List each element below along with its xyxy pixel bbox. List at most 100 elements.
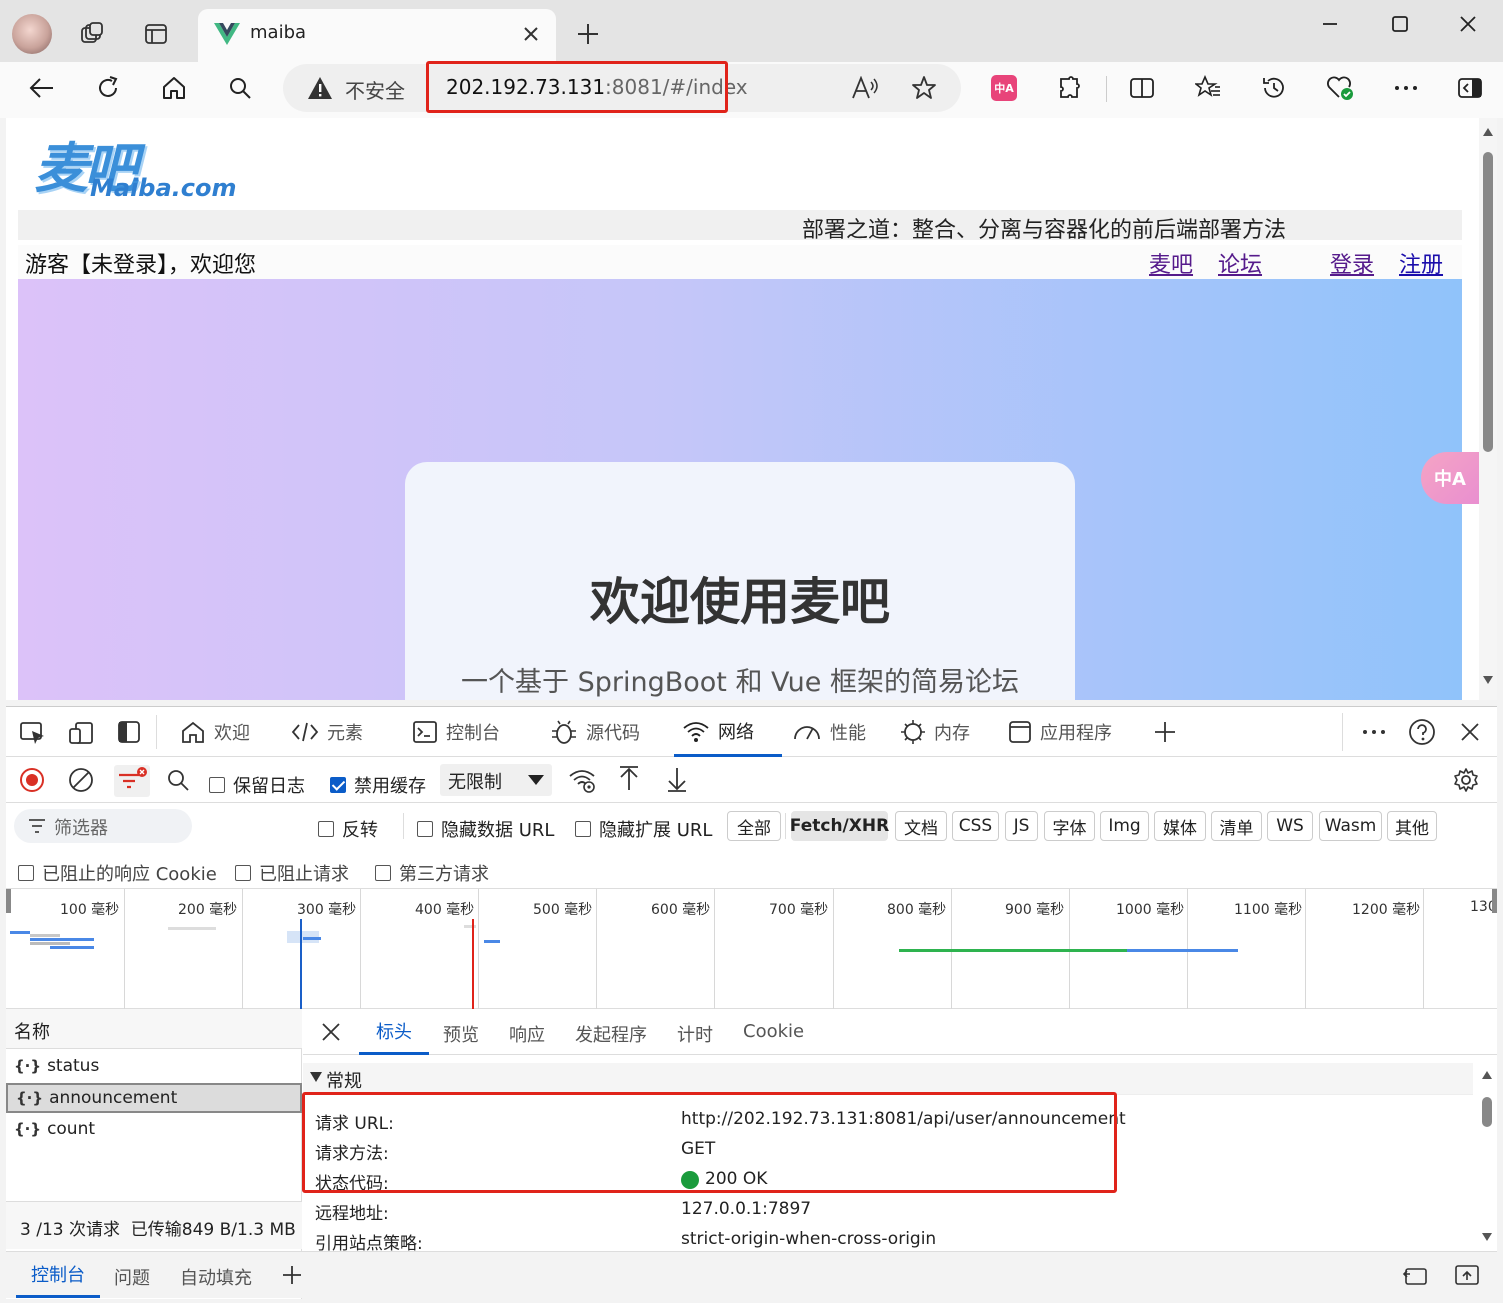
detail-tab-initiator[interactable]: 发起程序 xyxy=(575,1021,647,1047)
minimize-icon[interactable] xyxy=(1310,4,1350,44)
type-filter-manifest[interactable]: 清单 xyxy=(1211,811,1262,841)
drawer-add-tab-icon[interactable] xyxy=(282,1265,302,1285)
network-overview-timeline[interactable]: 100 毫秒 200 毫秒 300 毫秒 400 毫秒 500 毫秒 600 毫… xyxy=(6,889,1497,1009)
drawer-tab-console[interactable]: 控制台 xyxy=(16,1252,100,1298)
type-filter-fetch-xhr[interactable]: Fetch/XHR xyxy=(790,811,889,841)
request-row-announcement[interactable]: {·} announcement xyxy=(6,1083,302,1113)
blocked-requests-box[interactable] xyxy=(235,865,251,881)
close-details-icon[interactable] xyxy=(322,1023,340,1041)
scroll-down-icon[interactable] xyxy=(1482,1233,1492,1241)
page-scrollbar[interactable] xyxy=(1479,118,1497,700)
devtools-more-icon[interactable] xyxy=(1362,729,1386,735)
request-row-status[interactable]: {·} status xyxy=(6,1051,302,1081)
tab-welcome[interactable]: 欢迎 xyxy=(180,707,250,757)
home-icon[interactable] xyxy=(154,68,194,108)
warning-icon[interactable] xyxy=(307,76,333,100)
network-settings-gear-icon[interactable] xyxy=(1453,767,1479,793)
details-scroll-thumb[interactable] xyxy=(1482,1097,1492,1127)
help-icon[interactable] xyxy=(1408,718,1436,746)
new-tab-icon[interactable] xyxy=(568,14,608,54)
name-column-header[interactable]: 名称 xyxy=(6,1009,302,1049)
hide-data-url-box[interactable] xyxy=(417,821,433,837)
type-filter-all[interactable]: 全部 xyxy=(727,811,781,841)
drawer-maximize-icon[interactable] xyxy=(1454,1264,1480,1286)
detail-tab-response[interactable]: 响应 xyxy=(509,1021,545,1047)
browser-tab-active[interactable]: maiba xyxy=(198,9,556,62)
tab-network[interactable]: 网络 xyxy=(674,707,782,757)
split-screen-icon[interactable] xyxy=(1122,68,1162,108)
invert-box[interactable] xyxy=(318,821,334,837)
page-scroll-thumb[interactable] xyxy=(1483,152,1493,452)
hide-extension-url-checkbox[interactable]: 隐藏扩展 URL xyxy=(575,816,712,842)
profile-avatar[interactable] xyxy=(12,14,52,54)
throttle-select[interactable]: 无限制 xyxy=(440,764,552,796)
login-link[interactable]: 登录 xyxy=(1330,247,1374,279)
workspaces-icon[interactable] xyxy=(72,14,112,54)
scroll-up-icon[interactable] xyxy=(1483,128,1493,136)
more-menu-icon[interactable] xyxy=(1386,68,1426,108)
type-filter-wasm[interactable]: Wasm xyxy=(1319,811,1382,841)
timeline-handle-right[interactable] xyxy=(1492,889,1497,913)
tab-sources[interactable]: 源代码 xyxy=(550,707,640,757)
details-scrollbar[interactable] xyxy=(1479,1067,1495,1247)
refresh-icon[interactable] xyxy=(88,68,128,108)
type-filter-ws[interactable]: WS xyxy=(1267,811,1313,841)
tab-application[interactable]: 应用程序 xyxy=(1008,707,1112,757)
type-filter-font[interactable]: 字体 xyxy=(1044,811,1095,841)
detail-tab-headers[interactable]: 标头 xyxy=(359,1009,429,1055)
history-icon[interactable] xyxy=(1254,68,1294,108)
type-filter-doc[interactable]: 文档 xyxy=(895,811,947,841)
translate-extension-icon[interactable]: 中A xyxy=(984,68,1024,108)
floating-translate-button[interactable]: 中A xyxy=(1421,452,1479,504)
hide-data-url-checkbox[interactable]: 隐藏数据 URL xyxy=(417,816,554,842)
dock-side-icon[interactable] xyxy=(118,721,140,743)
register-link[interactable]: 注册 xyxy=(1399,247,1443,279)
export-har-icon[interactable] xyxy=(666,766,688,792)
security-label[interactable]: 不安全 xyxy=(345,75,405,104)
nav-link-forum[interactable]: 论坛 xyxy=(1218,247,1262,279)
preserve-log-checkbox[interactable]: 保留日志 xyxy=(209,772,305,798)
drawer-tab-autofill[interactable]: 自动填充 xyxy=(180,1264,252,1290)
detail-tab-timing[interactable]: 计时 xyxy=(677,1021,713,1047)
record-stop-icon[interactable] xyxy=(19,767,45,793)
tab-elements[interactable]: 元素 xyxy=(291,707,363,757)
disable-cache-box[interactable] xyxy=(330,777,346,793)
tab-actions-icon[interactable] xyxy=(136,14,176,54)
timeline-handle-left[interactable] xyxy=(6,889,11,913)
network-search-icon[interactable] xyxy=(166,768,190,792)
blocked-cookies-box[interactable] xyxy=(18,865,34,881)
filter-toggle-icon[interactable] xyxy=(114,765,150,797)
scroll-down-icon[interactable] xyxy=(1483,676,1493,684)
hide-extension-url-box[interactable] xyxy=(575,821,591,837)
type-filter-media[interactable]: 媒体 xyxy=(1154,811,1206,841)
close-window-icon[interactable] xyxy=(1448,4,1488,44)
detail-tab-preview[interactable]: 预览 xyxy=(443,1021,479,1047)
device-emulation-icon[interactable] xyxy=(68,721,94,745)
third-party-checkbox[interactable]: 第三方请求 xyxy=(375,860,489,886)
type-filter-js[interactable]: JS xyxy=(1005,811,1038,841)
request-row-count[interactable]: {·} count xyxy=(6,1114,302,1144)
search-icon[interactable] xyxy=(220,68,260,108)
read-aloud-icon[interactable] xyxy=(851,76,879,100)
sidebar-toggle-icon[interactable] xyxy=(1450,68,1490,108)
type-filter-other[interactable]: 其他 xyxy=(1387,811,1437,841)
tab-performance[interactable]: 性能 xyxy=(792,707,866,757)
favorite-star-icon[interactable] xyxy=(911,75,937,101)
blocked-cookies-checkbox[interactable]: 已阻止的响应 Cookie xyxy=(18,860,217,886)
third-party-box[interactable] xyxy=(375,865,391,881)
favorites-icon[interactable] xyxy=(1188,68,1228,108)
back-icon[interactable] xyxy=(22,68,62,108)
drawer-tab-issues[interactable]: 问题 xyxy=(114,1264,150,1290)
site-logo[interactable]: 麦吧 Maiba.com xyxy=(20,122,270,208)
type-filter-css[interactable]: CSS xyxy=(952,811,999,841)
type-filter-img[interactable]: Img xyxy=(1100,811,1149,841)
browser-essentials-icon[interactable] xyxy=(1320,68,1360,108)
close-tab-icon[interactable] xyxy=(522,25,540,43)
invert-checkbox[interactable]: 反转 xyxy=(318,816,378,842)
blocked-requests-checkbox[interactable]: 已阻止请求 xyxy=(235,860,349,886)
inspect-element-icon[interactable] xyxy=(20,721,46,745)
disable-cache-checkbox[interactable]: 禁用缓存 xyxy=(330,772,426,798)
tab-memory[interactable]: 内存 xyxy=(900,707,970,757)
close-devtools-icon[interactable] xyxy=(1460,722,1480,742)
scroll-up-icon[interactable] xyxy=(1482,1071,1492,1079)
